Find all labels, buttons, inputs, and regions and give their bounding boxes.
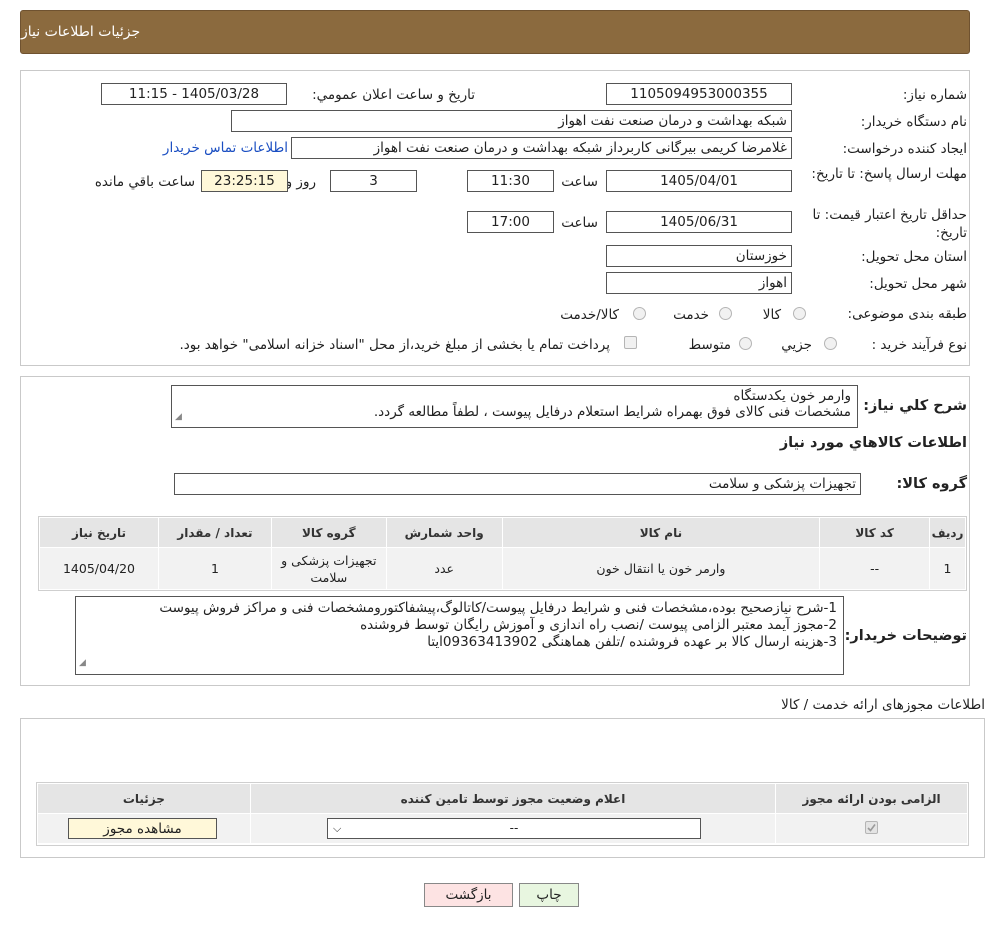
col-qty: تعداد / مقدار bbox=[157, 517, 272, 548]
col-name: نام کالا bbox=[501, 517, 821, 548]
resize-handle-icon[interactable]: ◢ bbox=[79, 655, 86, 672]
announce-label: تاريخ و ساعت اعلان عمومي: bbox=[312, 87, 475, 103]
days-label: روز و bbox=[285, 174, 316, 190]
back-button[interactable]: بازگشت bbox=[424, 883, 513, 907]
permit-required-checkbox bbox=[865, 821, 878, 834]
col-group: گروه کالا bbox=[270, 517, 387, 548]
city-label: شهر محل تحويل: bbox=[869, 276, 967, 292]
goods-group-label: گروه کالا: bbox=[896, 476, 967, 492]
cell-date: 1405/04/20 bbox=[39, 547, 159, 590]
category-option-service: خدمت bbox=[673, 307, 709, 323]
process-option-minor: جزيي bbox=[781, 337, 812, 353]
permit-status-value: -- bbox=[509, 821, 519, 835]
process-option-medium: متوسط bbox=[688, 337, 731, 353]
validity-date-field: 1405/06/31 bbox=[606, 211, 792, 233]
buyer-notes-textarea[interactable]: 1-شرح نیازصحیح بوده،مشخصات فنی و شرایط د… bbox=[75, 596, 844, 675]
cell-row-no: 1 bbox=[929, 547, 966, 590]
description-label: شرح کلي نياز: bbox=[863, 398, 967, 414]
treasury-checkbox[interactable] bbox=[624, 336, 637, 349]
description-line-2: مشخصات فنی کالای فوق بهمراه شرایط استعلا… bbox=[373, 404, 851, 420]
buyer-contact-link[interactable]: اطلاعات تماس خريدار bbox=[163, 140, 288, 156]
deadline-date-field: 1405/04/01 bbox=[606, 170, 792, 192]
cell-qty: 1 bbox=[157, 547, 272, 590]
buyer-note-line-3: 3-هزینه ارسال کالا بر عهده فروشنده /تلفن… bbox=[427, 634, 837, 650]
category-option-both: کالا/خدمت bbox=[560, 307, 619, 323]
process-radio-minor[interactable] bbox=[824, 337, 837, 350]
province-field: خوزستان bbox=[606, 245, 792, 267]
days-field: 3 bbox=[330, 170, 417, 192]
goods-section-title: اطلاعات کالاهاي مورد نياز bbox=[779, 435, 967, 451]
creator-label: ايجاد کننده درخواست: bbox=[842, 141, 967, 157]
buyer-org-label: نام دستگاه خريدار: bbox=[860, 114, 967, 130]
deadline-time-label: ساعت bbox=[561, 174, 598, 190]
chevron-down-icon: ⌵ bbox=[333, 822, 342, 835]
need-number-label: شماره نیاز: bbox=[902, 87, 967, 103]
page-header: جزئیات اطلاعات نیاز bbox=[20, 10, 970, 54]
remaining-time-field: 23:25:15 bbox=[201, 170, 288, 192]
process-label: نوع فرآيند خريد : bbox=[871, 337, 967, 353]
cell-code: -- bbox=[819, 547, 931, 590]
category-radio-both[interactable] bbox=[633, 307, 646, 320]
treasury-note: پرداخت تمام یا بخشی از مبلغ خرید،از محل … bbox=[179, 337, 610, 353]
category-radio-service[interactable] bbox=[719, 307, 732, 320]
print-button-label: چاپ bbox=[536, 887, 562, 903]
resize-handle-icon[interactable]: ◢ bbox=[175, 409, 182, 425]
category-option-goods: کالا bbox=[762, 307, 781, 323]
col-row-no: رديف bbox=[929, 517, 966, 548]
table-row: 1 -- وارمر خون یا انتقال خون عدد تجهیزات… bbox=[39, 547, 966, 590]
col-permit-details: جزئیات bbox=[37, 783, 251, 814]
back-button-label: بازگشت bbox=[445, 887, 492, 903]
validity-time-field: 17:00 bbox=[467, 211, 554, 233]
category-radio-goods[interactable] bbox=[793, 307, 806, 320]
announce-field: 1405/03/28 - 11:15 bbox=[101, 83, 287, 105]
permits-table-header: الزامی بودن ارائه مجوز اعلام وضعیت مجوز … bbox=[37, 783, 968, 814]
validity-time-label: ساعت bbox=[561, 215, 598, 231]
validity-label: حداقل تاريخ اعتبار قيمت: تا تاريخ: bbox=[812, 207, 967, 241]
deadline-time-field: 11:30 bbox=[467, 170, 554, 192]
creator-field: غلامرضا کریمی بیرگانی کاربرداز شبکه بهدا… bbox=[291, 137, 792, 159]
category-label: طبقه بندی موضوعی: bbox=[847, 306, 967, 322]
buyer-notes-label: توضيحات خريدار: bbox=[844, 628, 967, 644]
permit-status-select[interactable]: -- ⌵ bbox=[327, 818, 701, 839]
city-field: اهواز bbox=[606, 272, 792, 294]
col-unit: واحد شمارش bbox=[385, 517, 503, 548]
goods-table-header: رديف کد کالا نام کالا واحد شمارش گروه کا… bbox=[39, 517, 966, 548]
buyer-note-line-2: 2-مجوز آیمد معتبر الزامی پیوست /نصب راه … bbox=[360, 617, 837, 633]
buyer-note-line-1: 1-شرح نیازصحیح بوده،مشخصات فنی و شرایط د… bbox=[159, 600, 837, 616]
col-permit-required: الزامی بودن ارائه مجوز bbox=[775, 783, 968, 814]
process-radio-medium[interactable] bbox=[739, 337, 752, 350]
deadline-label: مهلت ارسال پاسخ: تا تاريخ: bbox=[811, 166, 967, 182]
goods-table: رديف کد کالا نام کالا واحد شمارش گروه کا… bbox=[39, 517, 966, 590]
col-date: تاريخ نياز bbox=[39, 517, 159, 548]
permits-section-title: اطلاعات مجوزهای ارائه خدمت / کالا bbox=[781, 697, 985, 713]
need-number-field: 1105094953000355 bbox=[606, 83, 792, 105]
col-code: کد کالا bbox=[819, 517, 931, 548]
remaining-label: ساعت باقي مانده bbox=[94, 174, 195, 190]
col-permit-status: اعلام وضعیت مجوز توسط تامین کننده bbox=[249, 783, 777, 814]
checkmark-icon bbox=[867, 824, 876, 832]
page-title: جزئیات اطلاعات نیاز bbox=[21, 24, 141, 40]
cell-unit: عدد bbox=[385, 547, 503, 590]
description-line-1: وارمر خون یکدستگاه bbox=[733, 388, 851, 404]
cell-group: تجهیزات پزشکی و سلامت bbox=[270, 547, 387, 590]
view-permit-button[interactable]: مشاهده مجوز bbox=[68, 818, 217, 839]
buyer-org-field: شبکه بهداشت و درمان صنعت نفت اهواز bbox=[231, 110, 792, 132]
cell-name: وارمر خون یا انتقال خون bbox=[501, 547, 821, 590]
goods-group-field: تجهیزات پزشکی و سلامت bbox=[174, 473, 861, 495]
print-button[interactable]: چاپ bbox=[519, 883, 579, 907]
view-permit-label: مشاهده مجوز bbox=[103, 820, 182, 837]
description-textarea[interactable]: وارمر خون یکدستگاه مشخصات فنی کالای فوق … bbox=[171, 385, 858, 428]
province-label: استان محل تحويل: bbox=[861, 249, 967, 265]
